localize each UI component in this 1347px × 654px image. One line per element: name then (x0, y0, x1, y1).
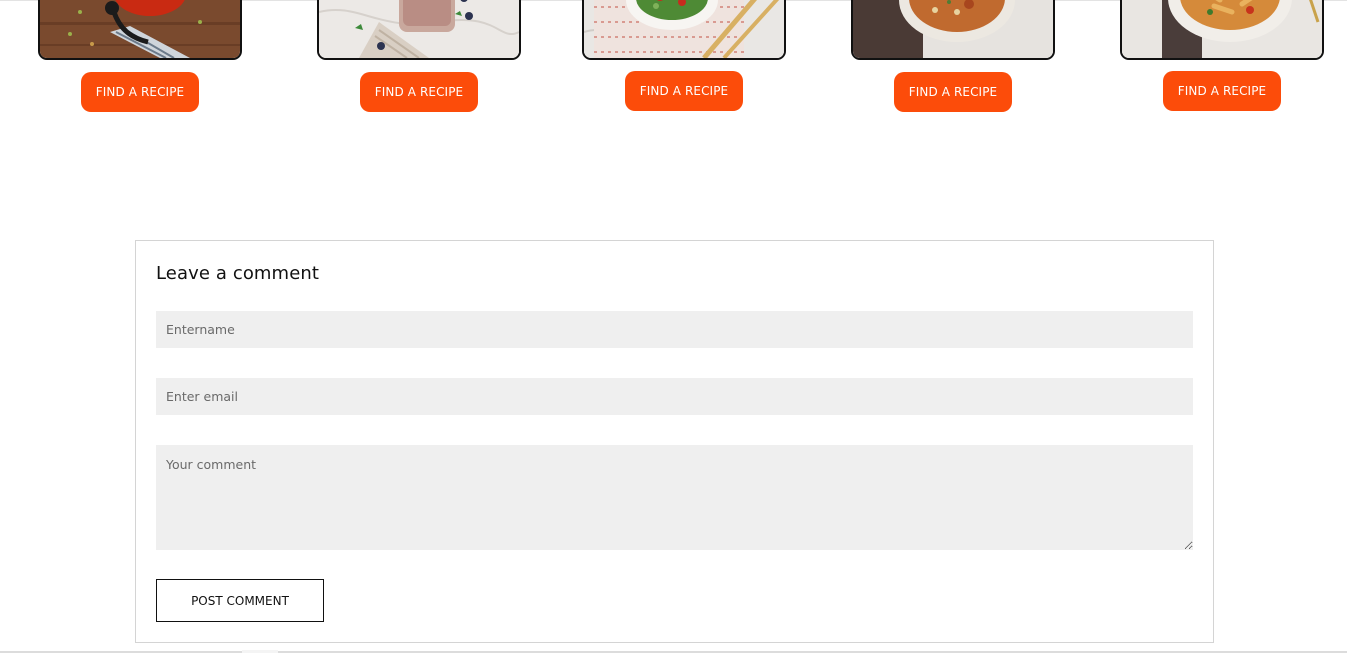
recipe-image-quinoa-bowl[interactable] (851, 0, 1055, 60)
find-recipe-button[interactable]: FIND A RECIPE (1163, 71, 1281, 111)
find-recipe-button[interactable]: FIND A RECIPE (81, 72, 199, 112)
find-recipe-button[interactable]: FIND A RECIPE (894, 72, 1012, 112)
comment-textarea[interactable] (156, 445, 1193, 550)
comment-form-title: Leave a comment (156, 263, 320, 284)
find-recipe-button[interactable]: FIND A RECIPE (360, 72, 478, 112)
recipe-image-smoothie[interactable] (317, 0, 521, 60)
recipe-image-salad[interactable] (582, 0, 786, 60)
post-comment-button[interactable]: POST COMMENT (156, 579, 324, 622)
find-recipe-button[interactable]: FIND A RECIPE (625, 71, 743, 111)
scroll-indicator (242, 650, 278, 653)
recipe-image-tomato-soup[interactable] (38, 0, 242, 60)
bottom-divider (0, 651, 1347, 653)
email-input[interactable] (156, 378, 1193, 415)
name-input[interactable] (156, 311, 1193, 348)
recipe-image-pasta-bowl[interactable] (1120, 0, 1324, 60)
comment-form: Leave a comment POST COMMENT (135, 240, 1214, 643)
